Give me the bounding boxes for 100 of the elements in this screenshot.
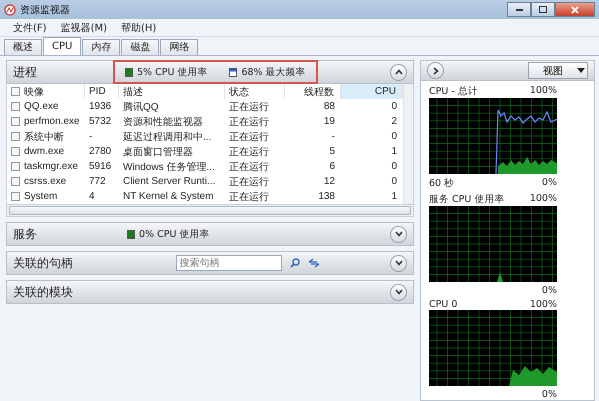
chevron-down-icon — [394, 289, 402, 295]
table-cell-text: 正在运行 — [228, 130, 270, 144]
menu-item[interactable]: 帮助(H) — [114, 20, 164, 34]
checkbox[interactable] — [11, 147, 20, 156]
table-cell-text: 延迟过程调用和中... — [122, 130, 212, 144]
graph-title: 服务 CPU 使用率 — [429, 193, 504, 206]
table-cell-text: 4 — [88, 191, 96, 202]
table-cell: dwm.exe — [24, 146, 64, 157]
menu-item[interactable]: 文件(F) — [6, 20, 54, 34]
panel-header[interactable]: 服务 0% CPU 使用率 — [6, 222, 414, 246]
collapse-button[interactable] — [390, 64, 407, 80]
scrollbar-thumb[interactable] — [9, 206, 411, 215]
chevron-up-icon — [394, 69, 402, 75]
table-cell-text: 正在运行 — [228, 160, 270, 174]
minimize-icon — [516, 8, 522, 11]
table-cell-text: 19 — [322, 116, 336, 127]
table-cell-text: 0 — [390, 161, 398, 172]
table-cell-text: 138 — [317, 191, 336, 202]
search-field[interactable]: 搜索句柄 — [176, 255, 282, 271]
table-cell-text: 2780 — [88, 146, 112, 157]
graph-min-label: 0% — [542, 389, 557, 400]
graph-max-label: 100% — [530, 193, 557, 206]
close-button[interactable] — [555, 2, 595, 17]
table-cell-text: 1 — [390, 191, 398, 202]
panel-title: 服务 — [13, 226, 38, 242]
table-cell-text: NT Kernel & System — [122, 191, 214, 202]
table-cell-text: 12 — [322, 176, 336, 187]
table-cell: taskmgr.exe — [24, 161, 78, 172]
column-header[interactable]: CPU — [341, 84, 403, 99]
table-cell-text: 772 — [88, 176, 107, 187]
checkbox[interactable] — [11, 132, 20, 141]
checkbox[interactable] — [11, 102, 20, 111]
panel-title: 进程 — [13, 64, 38, 80]
app-icon — [4, 4, 16, 16]
search-icon[interactable] — [290, 258, 300, 268]
collapse-side-button[interactable] — [427, 62, 444, 79]
table-cell-text: 桌面窗口管理器 — [122, 146, 194, 158]
table-cell-text: 正在运行 — [228, 146, 270, 158]
refresh-arrows-icon[interactable] — [308, 258, 320, 268]
panel-header[interactable]: 进程 5% CPU 使用率 68% 最大频率 — [6, 60, 414, 84]
expand-button[interactable] — [390, 254, 407, 272]
table-cell-text: 正在运行 — [228, 116, 270, 128]
checkbox[interactable] — [11, 192, 20, 201]
table-cell-text: Windows 任务管理... — [122, 160, 216, 174]
checkbox[interactable] — [11, 87, 20, 96]
panel-header[interactable]: 关联的模块 — [6, 280, 414, 304]
graph-max-label: 100% — [530, 299, 557, 310]
table-cell-text: 0 — [390, 131, 398, 142]
legend-swatch-icon — [127, 230, 135, 238]
table-cell-text: 2 — [390, 116, 398, 127]
graph-title: CPU - 总计 — [429, 85, 478, 98]
tab[interactable]: 概述 — [4, 39, 42, 55]
dropdown-arrow-icon — [577, 68, 585, 73]
menu-item[interactable]: 监视器(M) — [54, 20, 114, 34]
chevron-right-icon — [432, 66, 438, 74]
legend-swatch-icon — [125, 68, 133, 76]
table-cell-text: 系统中断 — [24, 130, 64, 144]
vertical-scrollbar[interactable] — [403, 84, 413, 204]
table-cell-text: 腾讯QQ — [122, 100, 160, 114]
table-cell-text: 0 — [390, 176, 398, 187]
checkbox[interactable] — [11, 117, 20, 126]
tab[interactable]: 磁盘 — [121, 39, 160, 55]
horizontal-scrollbar[interactable] — [6, 205, 414, 217]
expand-button[interactable] — [390, 284, 407, 300]
table-cell-text: 正在运行 — [228, 176, 270, 188]
graph-min-label: 0% — [542, 285, 557, 296]
table-cell-text: 正在运行 — [228, 100, 270, 114]
checkbox[interactable] — [11, 177, 20, 186]
table-cell: QQ.exe — [24, 101, 58, 112]
panel-header[interactable]: 关联的句柄 搜索句柄 — [6, 251, 414, 275]
chevron-down-icon — [394, 260, 402, 266]
checkbox[interactable] — [11, 162, 20, 171]
minimize-button[interactable] — [507, 2, 531, 17]
table-cell: perfmon.exe — [24, 116, 80, 127]
time-span-label: 60 秒 — [429, 177, 454, 190]
panel-title: 关联的模块 — [13, 284, 74, 300]
table-cell-text: 5732 — [88, 116, 112, 127]
tab[interactable]: CPU — [43, 37, 82, 55]
tab[interactable]: 网络 — [160, 39, 198, 55]
table-cell-text: 资源和性能监视器 — [122, 116, 204, 128]
table-cell-text: 1936 — [88, 101, 112, 112]
graph-title: CPU 0 — [429, 299, 458, 310]
view-button[interactable]: 视图 — [528, 62, 588, 79]
graph-max-label: 100% — [530, 85, 557, 98]
chevron-down-icon — [394, 231, 402, 237]
expand-button[interactable] — [390, 226, 407, 242]
table-cell-text: 5 — [328, 146, 336, 157]
cpu-usage-legend: 5% CPU 使用率 — [137, 66, 208, 78]
tab[interactable]: 内存 — [82, 39, 120, 55]
table-cell: csrss.exe — [24, 176, 66, 187]
window-title: 资源监视器 — [20, 4, 70, 16]
table-cell-text: 6 — [328, 161, 336, 172]
table-cell-text: 0 — [390, 101, 398, 112]
frequency-legend: 68% 最大频率 — [241, 66, 306, 78]
table-cell-text: 1 — [390, 146, 398, 157]
maximize-button[interactable] — [531, 2, 555, 17]
table-cell-text: 88 — [322, 101, 336, 112]
table-cell-text: - — [88, 131, 94, 142]
panel-title: 关联的句柄 — [13, 254, 74, 272]
maximize-icon — [539, 6, 547, 13]
